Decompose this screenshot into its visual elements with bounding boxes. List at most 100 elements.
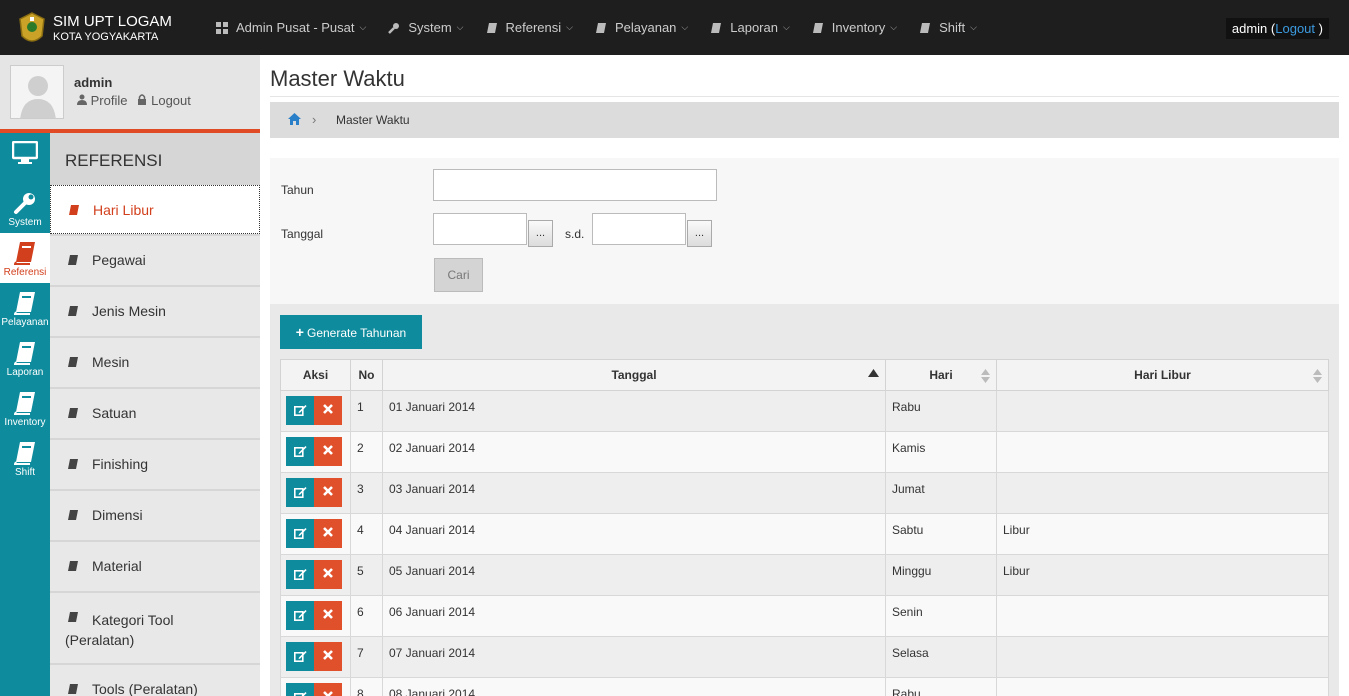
table-header-row: Aksi No Tanggal Hari Hari Libur [280,359,1329,391]
menu-inventory[interactable]: Inventory ⌵ [801,0,908,55]
chevron-down-icon: ⌵ [456,22,464,32]
user-name: admin [1231,21,1268,36]
col-hari[interactable]: Hari [885,359,997,391]
edit-button[interactable] [286,683,314,696]
home-icon[interactable] [288,113,301,125]
submenu-item-pegawai[interactable]: Pegawai [50,236,260,285]
submenu-label: Jenis Mesin [92,303,166,319]
date-from-picker-button[interactable]: ... [528,220,553,247]
book-icon [68,684,78,694]
tanggal-to-input[interactable] [592,213,686,245]
submenu-label: Mesin [92,354,130,370]
rail-item-system[interactable]: System [0,183,50,233]
cell-hari-libur [996,390,1329,432]
tahun-label: Tahun [281,183,314,197]
profile-logout-link[interactable]: Logout [137,93,191,108]
menu-laporan[interactable]: Laporan ⌵ [699,0,801,55]
menu-referensi[interactable]: Referensi ⌵ [475,0,584,55]
rail-item-shift[interactable]: Shift [0,433,50,483]
sort-asc-icon [868,369,879,377]
edit-button[interactable] [286,642,314,671]
edit-button[interactable] [286,560,314,589]
rail-item-pelayanan[interactable]: Pelayanan [0,283,50,333]
book-icon [486,22,497,33]
rail-label: System [8,217,42,228]
brand[interactable]: SIM UPT LOGAM KOTA YOGYAKARTA [18,10,172,48]
cell-tanggal: 05 Januari 2014 [382,554,886,596]
edit-button[interactable] [286,478,314,507]
close-icon [323,404,333,414]
edit-button[interactable] [286,519,314,548]
rail-label: Inventory [4,417,46,428]
tanggal-from-input[interactable] [433,213,527,245]
menu-shift[interactable]: Shift ⌵ [908,0,988,55]
edit-icon [293,405,307,416]
waktu-table: Aksi No Tanggal Hari Hari Libur 1 01 Janu… [280,359,1329,696]
submenu-item-kategori-tool[interactable]: Kategori Tool (Peralatan) [50,593,260,663]
book-icon [68,357,78,367]
cell-no: 7 [350,636,383,678]
book-icon [14,442,35,465]
logout-link[interactable]: Logout [1275,21,1315,36]
cell-hari: Minggu [885,554,997,596]
date-to-picker-button[interactable]: ... [687,220,712,247]
table-row: 6 06 Januari 2014 Senin [280,595,1329,637]
submenu-item-mesin[interactable]: Mesin [50,338,260,387]
menu-admin-pusat[interactable]: Admin Pusat - Pusat ⌵ [205,0,377,55]
delete-button[interactable] [314,642,342,671]
profile-link[interactable]: Profile [77,93,127,108]
col-tanggal[interactable]: Tanggal [382,359,886,391]
col-hari-libur-label: Hari Libur [1134,368,1191,382]
delete-button[interactable] [314,560,342,589]
cell-no: 2 [350,431,383,473]
book-icon [68,459,78,469]
delete-button[interactable] [314,601,342,630]
edit-button[interactable] [286,437,314,466]
menu-system[interactable]: System ⌵ [377,0,474,55]
menu-pelayanan[interactable]: Pelayanan ⌵ [584,0,699,55]
cell-aksi [280,431,351,473]
rail-item-laporan[interactable]: Laporan [0,333,50,383]
brand-subtitle: KOTA YOGYAKARTA [53,31,159,43]
edit-icon [293,651,307,662]
delete-button[interactable] [314,519,342,548]
cari-button[interactable]: Cari [434,258,483,292]
submenu-item-satuan[interactable]: Satuan [50,389,260,438]
book-icon [68,561,78,571]
cell-aksi [280,636,351,678]
book-icon [14,292,35,315]
submenu-item-tools[interactable]: Tools (Peralatan) [50,665,260,696]
rail-item-referensi[interactable]: Referensi [0,233,50,283]
cell-hari-libur [996,595,1329,637]
submenu-item-jenis-mesin[interactable]: Jenis Mesin [50,287,260,336]
menu-label: System [408,20,452,35]
cell-aksi [280,554,351,596]
delete-button[interactable] [314,396,342,425]
generate-tahunan-button[interactable]: + Generate Tahunan [280,315,422,349]
cell-no: 5 [350,554,383,596]
cell-tanggal: 04 Januari 2014 [382,513,886,555]
brand-title: SIM UPT LOGAM [53,13,172,30]
rail-item-dashboard[interactable] [0,133,50,183]
delete-button[interactable] [314,437,342,466]
rail-item-inventory[interactable]: Inventory [0,383,50,433]
cell-hari: Jumat [885,472,997,514]
delete-button[interactable] [314,683,342,696]
edit-button[interactable] [286,601,314,630]
submenu-item-material[interactable]: Material [50,542,260,591]
book-icon [711,22,722,33]
tahun-input[interactable] [433,169,717,201]
col-tanggal-label: Tanggal [611,368,657,382]
cell-aksi [280,390,351,432]
sort-icon [1313,369,1322,383]
book-icon [920,22,931,33]
submenu-item-finishing[interactable]: Finishing [50,440,260,489]
rail-label: Pelayanan [1,317,49,328]
edit-button[interactable] [286,396,314,425]
wrench-icon [14,193,35,214]
col-hari-libur[interactable]: Hari Libur [996,359,1329,391]
delete-button[interactable] [314,478,342,507]
breadcrumb-current: Master Waktu [336,113,410,127]
submenu-item-dimensi[interactable]: Dimensi [50,491,260,540]
submenu-item-hari-libur[interactable]: Hari Libur [50,185,260,234]
